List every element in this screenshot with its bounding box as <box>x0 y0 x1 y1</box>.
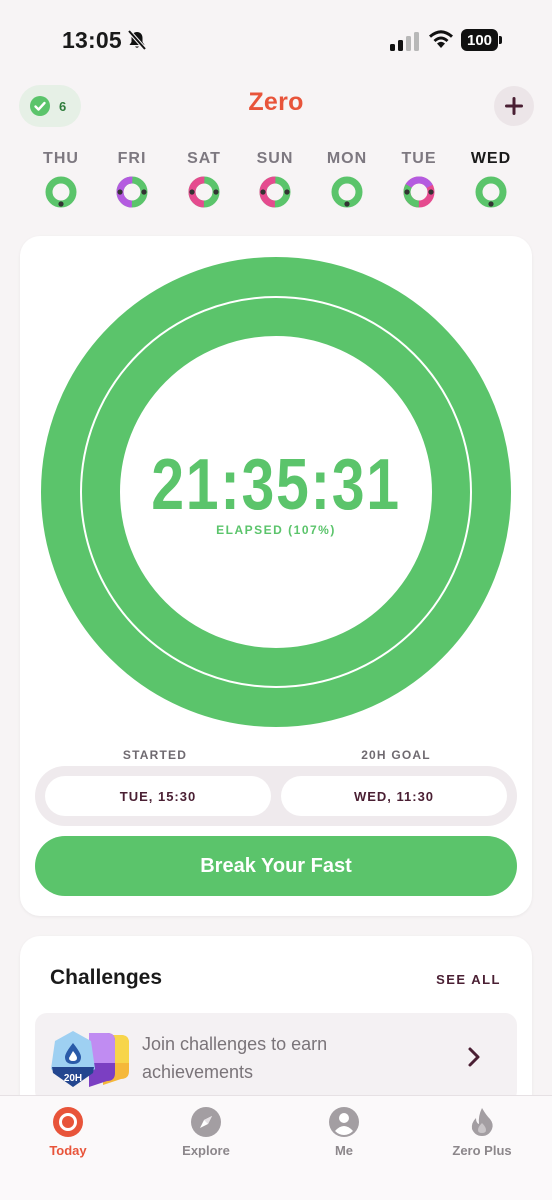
badge-text: 20H <box>64 1073 82 1084</box>
day-ring-marker <box>58 201 64 207</box>
tab-label: Zero Plus <box>452 1143 512 1158</box>
started-label: STARTED <box>122 748 188 762</box>
bell-muted-icon <box>127 29 147 51</box>
battery-icon: 100 <box>461 29 502 51</box>
day-ring-marker <box>260 189 266 195</box>
day-label: FRI <box>117 150 147 167</box>
tab-label: Me <box>334 1143 354 1158</box>
cellular-signal-icon <box>390 32 419 51</box>
day-wed[interactable]: WED <box>455 150 527 208</box>
day-ring-segment <box>475 176 507 208</box>
day-ring-marker <box>213 189 219 195</box>
compass-icon <box>191 1107 221 1137</box>
day-ring <box>45 176 77 208</box>
day-label: SUN <box>256 150 294 167</box>
day-ring-marker <box>189 189 195 195</box>
day-thu[interactable]: THU <box>25 150 97 208</box>
started-time-button[interactable]: TUE, 15:30 <box>45 776 271 816</box>
day-label: SAT <box>187 150 221 167</box>
day-ring <box>259 176 291 208</box>
break-fast-button[interactable]: Break Your Fast <box>35 836 517 896</box>
tab-zero-plus[interactable]: Zero Plus <box>422 1106 542 1158</box>
join-challenges-row[interactable]: 20H Join challenges to earn achievements <box>35 1013 517 1103</box>
elapsed-label: ELAPSED (107%) <box>216 523 336 537</box>
elapsed-timer: 21:35:31 <box>151 445 401 525</box>
day-sun[interactable]: SUN <box>239 150 311 208</box>
goal-time-button[interactable]: WED, 11:30 <box>281 776 507 816</box>
day-label: TUE <box>401 150 437 167</box>
challenge-prompt: Join challenges to earn achievements <box>142 1034 328 1082</box>
day-ring-segment <box>331 176 363 208</box>
day-ring <box>331 176 363 208</box>
challenges-title: Challenges <box>50 966 163 989</box>
flame-icon <box>471 1108 493 1136</box>
achievement-badges-icon: 20H <box>51 1031 129 1087</box>
chevron-right-icon <box>468 1047 480 1067</box>
fast-times: TUE, 15:30 WED, 11:30 <box>35 766 517 826</box>
tab-me[interactable]: Me <box>284 1106 404 1158</box>
tab-today[interactable]: Today <box>8 1106 128 1158</box>
day-ring-marker <box>284 189 290 195</box>
see-all-link[interactable]: SEE ALL <box>436 972 501 987</box>
day-fri[interactable]: FRI <box>96 150 168 208</box>
day-sat[interactable]: SAT <box>168 150 240 208</box>
day-ring <box>188 176 220 208</box>
day-ring-marker <box>404 189 410 195</box>
today-icon <box>53 1107 83 1137</box>
day-ring-segment <box>45 176 77 208</box>
add-button[interactable] <box>494 86 534 126</box>
tab-label: Today <box>49 1143 87 1158</box>
person-icon <box>329 1107 359 1137</box>
tab-bar: Today Explore Me Zero Plus <box>0 1095 552 1200</box>
tab-label: Explore <box>182 1143 230 1158</box>
status-time: 13:05 <box>62 27 122 53</box>
battery-level: 100 <box>461 29 498 51</box>
timer-card: 21:35:31 ELAPSED (107%) STARTED 20H GOAL… <box>20 236 532 916</box>
day-label: THU <box>43 150 79 167</box>
day-tue[interactable]: TUE <box>383 150 455 208</box>
status-bar: 13:05 100 <box>0 0 552 82</box>
day-mon[interactable]: MON <box>311 150 383 208</box>
plus-icon <box>505 97 523 115</box>
day-label: MON <box>326 150 368 167</box>
day-ring-marker <box>141 189 147 195</box>
tab-explore[interactable]: Explore <box>146 1106 266 1158</box>
goal-label: 20H GOAL <box>361 748 431 762</box>
day-ring-marker <box>117 189 123 195</box>
day-ring <box>116 176 148 208</box>
day-ring-marker <box>428 189 434 195</box>
day-ring <box>475 176 507 208</box>
day-ring <box>403 176 435 208</box>
wifi-icon <box>429 30 453 48</box>
day-ring-marker <box>344 201 350 207</box>
day-label: WED <box>470 150 512 167</box>
day-ring-marker <box>488 201 494 207</box>
app-title: Zero <box>248 88 304 116</box>
week-history: THU FRI SAT SUN MON TUE WED <box>25 150 527 210</box>
